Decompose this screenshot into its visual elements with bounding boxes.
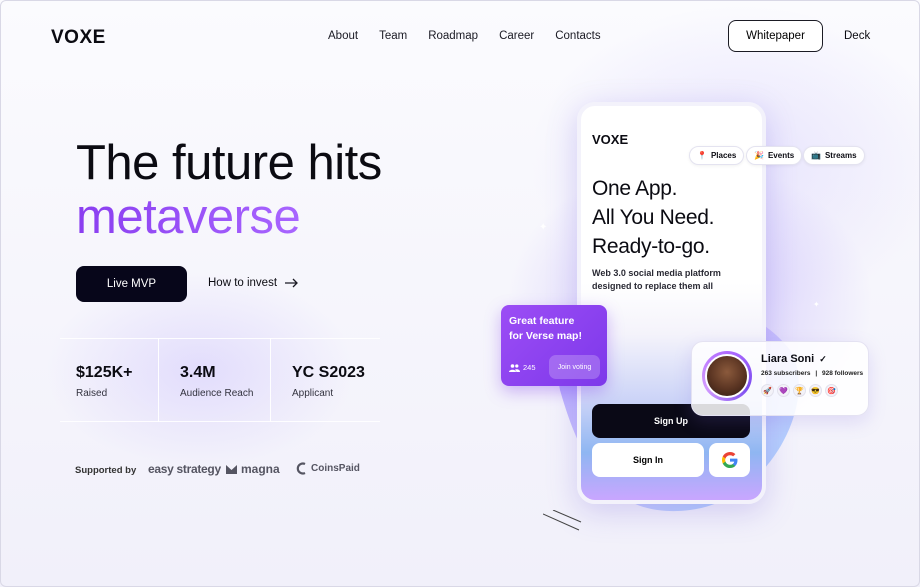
phone-headline-line: Ready-to-go. [592,235,710,258]
chip-label: Places [710,151,737,160]
avatar [702,351,752,401]
live-mvp-button[interactable]: Live MVP [76,266,187,302]
stat-audience: 3.4M Audience Reach [180,338,270,422]
brand-logo[interactable]: VOXE [51,27,106,49]
avatar-photo [705,354,749,398]
voter-count: 245 [509,363,536,372]
deck-link[interactable]: Deck [844,30,870,42]
meta-separator: | [815,370,818,377]
voter-count-value: 245 [523,363,536,372]
chip-places[interactable]: 📍 Places [689,146,745,165]
feature-card-title: Great feature for Verse map! [509,314,582,344]
feature-card-title-line: for Verse map! [509,330,582,342]
profile-followers: 928 followers [821,370,864,377]
stat-value: 3.4M [180,364,216,381]
stats-panel: $125K+ Raised 3.4M Audience Reach YC S20… [60,338,380,422]
rocket-icon: 🚀 [761,384,774,397]
pin-icon: 📍 [697,151,707,160]
google-icon [721,452,737,468]
stat-label: Raised [76,388,108,399]
nav-career[interactable]: Career [499,30,534,42]
profile-name: Liara Soni [761,353,815,365]
hero-title-line1: The future hits [76,136,382,190]
coinspaid-icon [296,462,306,475]
partner-logo-coinspaid: CoinsPaid [296,462,360,475]
badge-row: 🚀 💜 🏆 😎 🎯 [761,384,838,397]
target-icon: 🎯 [825,384,838,397]
profile-card: Liara Soni ✓ 263 subscribers | 928 follo… [691,341,869,416]
profile-subscribers: 263 subscribers [761,370,811,377]
users-icon [509,363,520,372]
chip-streams[interactable]: 📺 Streams [803,146,865,165]
stat-value: YC S2023 [292,364,365,381]
join-voting-button[interactable]: Join voting [549,355,600,379]
profile-meta: 263 subscribers | 928 followers [761,370,863,377]
arrow-right-icon [285,278,298,288]
profile-name-row: Liara Soni ✓ [761,353,827,365]
stat-raised: $125K+ Raised [76,338,158,422]
chip-events[interactable]: 🎉 Events [746,146,803,165]
stat-value: $125K+ [76,364,133,381]
stat-label: Applicant [292,388,334,399]
feature-card-title-line: Great feature [509,315,575,327]
partner-name: magna [241,462,280,476]
nav-contacts[interactable]: Contacts [555,30,600,42]
sparkle-icon: ✦ [813,300,820,309]
tv-icon: 📺 [811,151,821,160]
partner-name: CoinsPaid [311,463,360,474]
sign-in-button[interactable]: Sign In [592,443,704,477]
phone-subtitle: Web 3.0 social media platform designed t… [592,268,721,291]
partner-name: easy strategy [148,462,221,476]
nav-roadmap[interactable]: Roadmap [428,30,478,42]
sparkle-icon: ✦ [539,222,548,233]
heart-icon: 💜 [777,384,790,397]
how-to-invest-label: How to invest [208,277,278,289]
google-signin-button[interactable] [709,443,750,477]
verified-check-icon: ✓ [819,354,827,364]
divider [270,338,271,422]
divider [158,338,159,422]
phone-logo: VOXE [592,132,629,147]
partner-logo-easy-strategy: easy strategy [148,462,221,476]
party-icon: 🎉 [754,151,764,160]
phone-headline-line: All You Need. [592,206,715,229]
cool-face-icon: 😎 [809,384,822,397]
supported-by-label: Supported by [75,465,137,476]
nav-about[interactable]: About [328,30,358,42]
stat-yc: YC S2023 Applicant [292,338,380,422]
whitepaper-button[interactable]: Whitepaper [728,20,823,52]
magna-icon [226,464,237,474]
chip-label: Streams [824,151,857,160]
main-nav: About Team Roadmap Career Contacts [328,30,622,42]
chip-label: Events [767,151,795,160]
how-to-invest-link[interactable]: How to invest [208,277,299,289]
stat-label: Audience Reach [180,388,254,399]
decorative-lines [543,510,582,531]
phone-headline: One App. All You Need. Ready-to-go. [592,174,715,261]
phone-headline-line: One App. [592,177,678,200]
feature-card: Great feature for Verse map! 245 Join vo… [501,305,607,386]
partner-logo-magna: magna [226,462,280,476]
trophy-icon: 🏆 [793,384,806,397]
hero-title-line2: metaverse [76,190,301,244]
nav-team[interactable]: Team [379,30,407,42]
